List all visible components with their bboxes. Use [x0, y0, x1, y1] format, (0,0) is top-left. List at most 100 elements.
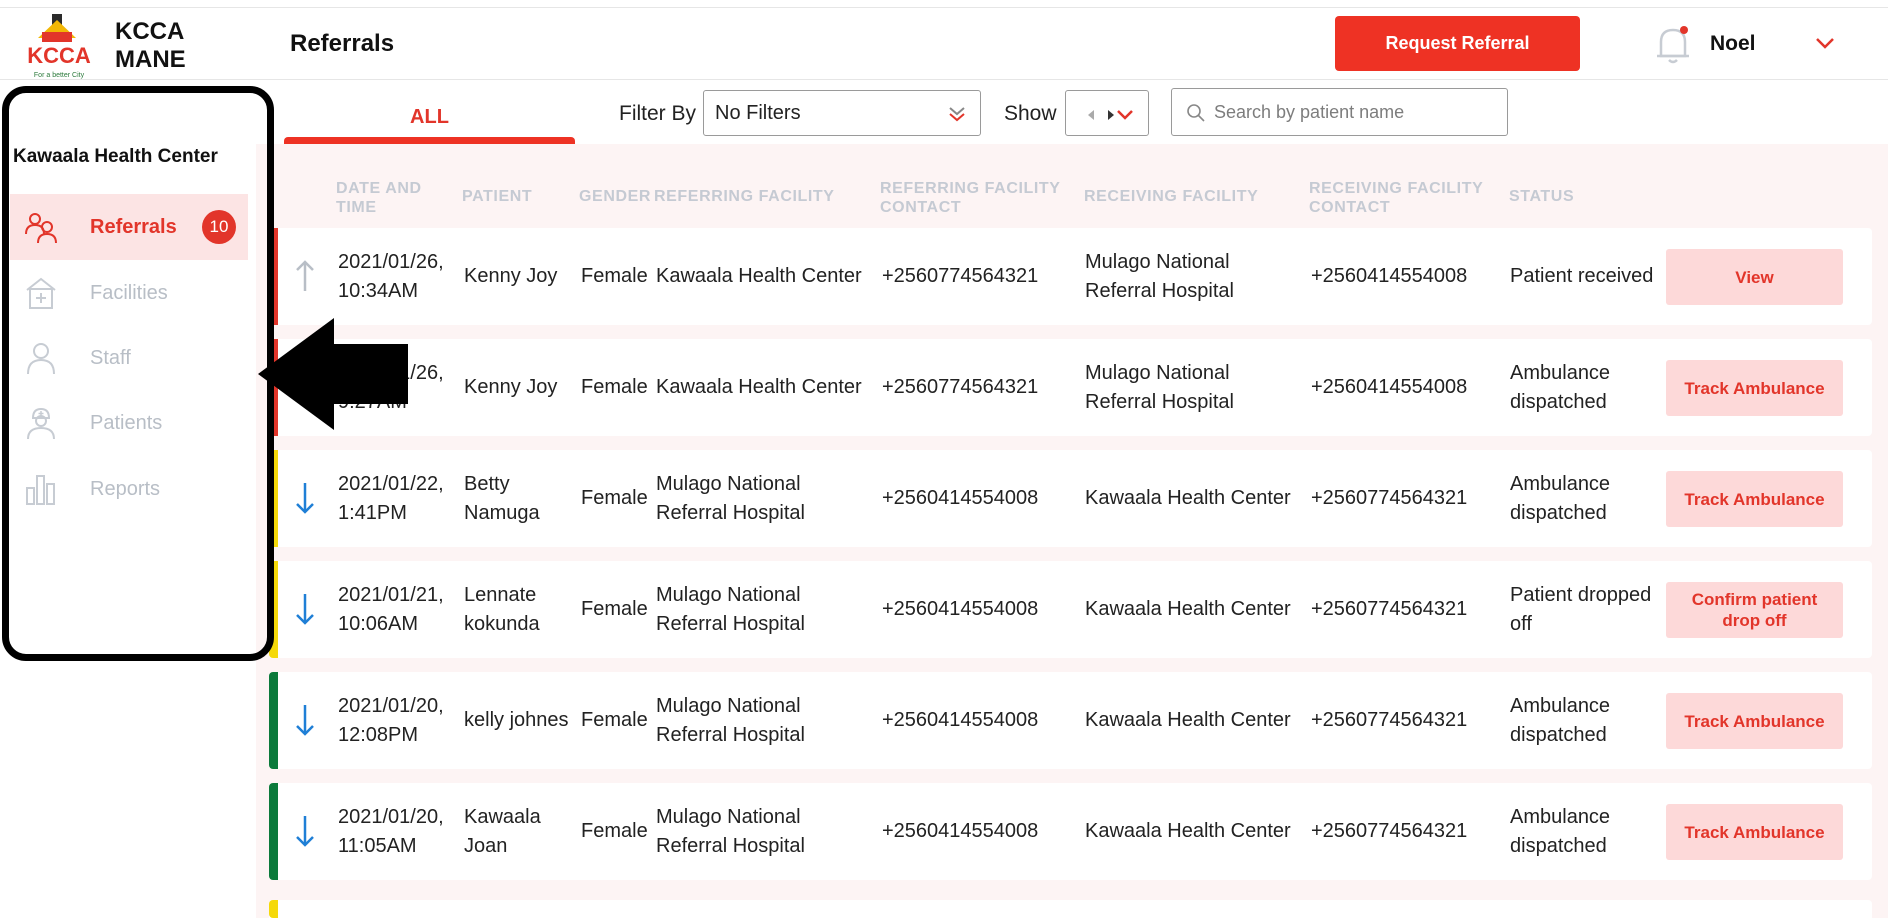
cell-patient: Kawaala Joan [464, 783, 579, 880]
cell-status-line: dispatched [1510, 834, 1607, 857]
cell-date-line: 2021/01/20, [338, 694, 444, 717]
cell-referring-facility: Kawaala Health Center [656, 228, 876, 325]
cell-receiving-facility: Mulago National Referral Hospital [1085, 339, 1305, 436]
row-action-button[interactable]: Track Ambulance [1666, 471, 1843, 527]
table-row[interactable]: 2021/01/26,9:27AMKenny JoyFemaleKawaala … [269, 339, 1872, 436]
cell-referring-facility-text: Mulago National Referral Hospital [656, 581, 805, 639]
row-action-button[interactable]: Track Ambulance [1666, 693, 1843, 749]
cell-referring-facility-text: Mulago National Referral Hospital [656, 692, 805, 750]
cell-referring-facility-text: Mulago National Referral Hospital [656, 803, 805, 861]
user-name[interactable]: Noel [1710, 32, 1756, 56]
cell-referring-contact-line: +2560414554008 [882, 487, 1039, 509]
search-box[interactable] [1171, 88, 1508, 136]
row-action-button[interactable]: Track Ambulance [1666, 360, 1843, 416]
cell-receiving-facility-line: Referral Hospital [1085, 279, 1234, 302]
cell-gender: Female [581, 672, 656, 769]
cell-status-text: Ambulance dispatched [1510, 692, 1610, 750]
cell-referring-facility-line: Mulago National [656, 583, 801, 606]
cell-referring-contact-text: +2560414554008 [882, 595, 1038, 624]
row-status-stripe [269, 783, 278, 880]
cell-status: Patient dropped off [1510, 561, 1660, 658]
filter-select[interactable]: No Filters [703, 90, 981, 136]
cell-receiving-contact: +2560414554008 [1311, 339, 1501, 436]
kcca-logo: KCCA For a better City [27, 14, 91, 79]
cell-gender-text: Female [581, 373, 648, 402]
cell-date-line: 10:06AM [338, 612, 419, 635]
cell-status-line: Ambulance [1510, 361, 1611, 384]
cell-referring-facility: Mulago National Referral Hospital [656, 672, 876, 769]
cell-patient-line: Kenny Joy [464, 265, 558, 287]
cell-receiving-contact-line: +2560774564321 [1311, 820, 1468, 842]
table-row[interactable]: 2021/01/26, 10:34AM Kenny Joy Female Kawaala… [269, 228, 1872, 325]
cell-receiving-contact-text: +2560774564321 [1311, 595, 1467, 624]
chevron-down-icon[interactable] [1815, 36, 1835, 50]
tab-all[interactable]: ALL [284, 90, 575, 144]
cell-gender-line: Female [581, 820, 648, 842]
cell-date-line: 2021/01/22, [338, 472, 444, 495]
cell-receiving-facility-text: Kawaala Health Center [1085, 706, 1291, 735]
cell-patient-line: kokunda [464, 612, 540, 635]
cell-status-line: Ambulance [1510, 805, 1611, 828]
brand-name: KCCA MANE [115, 18, 186, 74]
cell-status-text: Patient dropped off [1510, 581, 1651, 639]
cell-gender: Female [581, 450, 656, 547]
cell-date: 2021/01/26, 10:34AM [338, 228, 453, 325]
table-row[interactable]: 2021/01/21, 10:06AM Lennate kokunda Female Mu… [269, 561, 1872, 658]
top-header: KCCA For a better City KCCA MANE Referra… [0, 8, 1888, 80]
logo-tagline: For a better City [34, 72, 85, 79]
cell-receiving-contact: +2560414554008 [1311, 228, 1501, 325]
tab-active-indicator [284, 137, 575, 144]
cell-gender-line: Female [581, 265, 648, 287]
show-label: Show [1004, 102, 1057, 125]
cell-referring-facility-line: Referral Hospital [656, 501, 805, 524]
cell-date: 2021/01/21, 10:06AM [338, 561, 453, 658]
cell-referring-facility-text: Kawaala Health Center [656, 373, 862, 402]
cell-date-line: 12:08PM [338, 723, 419, 746]
cell-receiving-facility-text: Kawaala Health Center [1085, 595, 1291, 624]
cell-date-line: 10:34AM [338, 279, 419, 302]
table-row[interactable]: 2021/01/22, 1:41PM Betty Namuga Female Mulago… [269, 450, 1872, 547]
arrow-down-icon [296, 594, 314, 625]
cell-date: 2021/01/20, 11:05AM [338, 783, 453, 880]
request-referral-button[interactable]: Request Referral [1335, 16, 1580, 71]
cell-gender: Female [581, 783, 656, 880]
cell-receiving-contact-line: +2560774564321 [1311, 487, 1468, 509]
cell-referring-facility-line: Kawaala Health Center [656, 265, 862, 287]
cell-patient-line: Lennate [464, 583, 537, 606]
cell-patient-text: Betty Namuga [464, 470, 540, 528]
column-header-referring-facility: REFERRING FACILITY [654, 188, 835, 205]
row-status-stripe [269, 672, 278, 769]
notification-dot [1680, 26, 1688, 34]
cell-patient-text: kelly johnes [464, 706, 569, 735]
row-action-button[interactable]: Confirm patient drop off [1666, 582, 1843, 638]
cell-referring-facility-line: Kawaala Health Center [656, 376, 862, 398]
table-row[interactable]: 2021/01/20, 12:08PM kelly johnes Female Mula… [269, 672, 1872, 769]
cell-patient-text: Kenny Joy [464, 262, 557, 291]
cell-date: 2021/01/22, 1:41PM [338, 450, 453, 547]
cell-referring-contact: +2560414554008 [882, 561, 1082, 658]
cell-status-text: Ambulance dispatched [1510, 470, 1610, 528]
cell-receiving-facility: Mulago National Referral Hospital [1085, 228, 1305, 325]
cell-receiving-facility-line: Mulago National [1085, 361, 1230, 384]
cell-gender-line: Female [581, 709, 648, 731]
show-count-select[interactable] [1065, 90, 1149, 136]
cell-status-line: dispatched [1510, 501, 1607, 524]
brand-line-2: MANE [115, 46, 186, 73]
notification-bell-icon[interactable] [1653, 22, 1693, 66]
search-input[interactable] [1214, 97, 1494, 127]
cell-patient-text: Kawaala Joan [464, 803, 541, 861]
cell-patient-text: Lennate kokunda [464, 581, 540, 639]
cell-referring-facility: Mulago National Referral Hospital [656, 450, 876, 547]
cell-receiving-facility: Kawaala Health Center [1085, 783, 1305, 880]
cell-patient-line: Betty [464, 472, 510, 495]
row-action-button[interactable]: View [1666, 249, 1843, 305]
cell-receiving-facility-line: Kawaala Health Center [1085, 487, 1291, 509]
cell-receiving-contact-text: +2560774564321 [1311, 817, 1467, 846]
cell-receiving-facility: Kawaala Health Center [1085, 561, 1305, 658]
filter-value: No Filters [715, 101, 801, 124]
cell-patient-line: Joan [464, 834, 508, 857]
table-row[interactable]: 2021/01/20, 11:05AM Kawaala Joan Female Mulag… [269, 783, 1872, 880]
chevron-down-icon [949, 107, 965, 122]
cell-receiving-facility-text: Kawaala Health Center [1085, 484, 1291, 513]
row-action-button[interactable]: Track Ambulance [1666, 804, 1843, 860]
